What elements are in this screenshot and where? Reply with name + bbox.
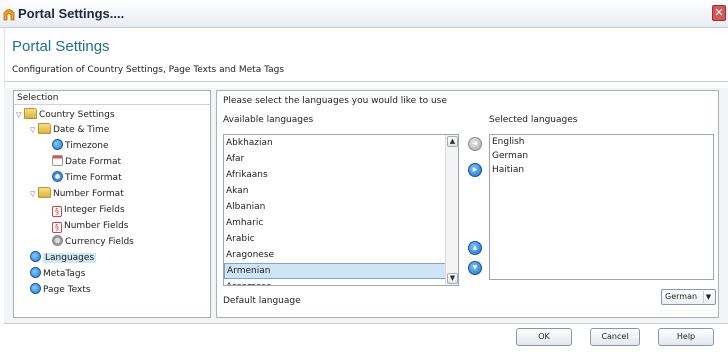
available-language-item[interactable]: Assamese xyxy=(224,279,458,285)
tree-item-metatags[interactable]: MetaTags xyxy=(30,267,85,282)
selection-panel: Selection ▽ Country Settings ▽ Date & Time… xyxy=(13,90,211,318)
folder-icon xyxy=(38,123,51,134)
page-subtitle: Configuration of Country Settings, Page … xyxy=(12,65,285,75)
selected-language-item[interactable]: English xyxy=(490,135,713,149)
header-divider xyxy=(5,81,728,82)
number-field-icon: § xyxy=(52,222,62,233)
selected-languages-label: Selected languages xyxy=(489,115,578,125)
page-header: Portal Settings Configuration of Country… xyxy=(4,28,728,90)
available-scrollbar[interactable]: ▲ ▼ xyxy=(445,135,458,285)
move-up-icon[interactable]: ▴ xyxy=(468,241,482,255)
tree-item-number-fields[interactable]: § Number Fields xyxy=(52,219,128,234)
available-language-item[interactable]: Akan xyxy=(224,183,458,199)
default-language-label: Default language xyxy=(223,296,301,306)
tree-label: Country Settings xyxy=(39,110,115,120)
instruction-text: Please select the languages you would li… xyxy=(223,96,447,106)
help-button[interactable]: Help xyxy=(658,328,714,346)
available-language-item[interactable]: Amharic xyxy=(224,215,458,231)
tree-item-country-settings[interactable]: ▽ Country Settings xyxy=(16,108,115,123)
languages-panel: Please select the languages you would li… xyxy=(216,90,719,318)
globe-icon xyxy=(30,267,41,278)
default-language-value: German xyxy=(665,292,698,301)
folder-icon xyxy=(24,108,37,119)
selected-language-item[interactable]: German xyxy=(490,149,713,163)
tree-label: MetaTags xyxy=(43,269,86,279)
selected-items: English German Haitian xyxy=(490,135,713,177)
tree-label: Page Texts xyxy=(43,285,91,295)
collapse-icon[interactable]: ▽ xyxy=(30,123,38,138)
tree-label: Integer Fields xyxy=(64,205,125,215)
tree-label: Timezone xyxy=(65,141,109,151)
folder-icon xyxy=(38,187,51,198)
tree-label: Languages xyxy=(43,253,97,263)
available-language-item[interactable]: Aragonese xyxy=(224,247,458,263)
globe-icon xyxy=(30,283,41,294)
tree-label: Number Format xyxy=(53,189,124,199)
tree-item-timezone[interactable]: Timezone xyxy=(52,139,109,154)
tree-item-date-time[interactable]: ▽ Date & Time xyxy=(30,123,109,138)
tree-label: Time Format xyxy=(65,173,122,183)
footer-divider xyxy=(4,323,728,324)
available-language-item[interactable]: Arabic xyxy=(224,231,458,247)
move-right-icon[interactable]: ▸ xyxy=(468,163,482,177)
close-button[interactable]: ✕ xyxy=(712,5,726,21)
language-icon xyxy=(30,251,41,262)
scroll-down-icon[interactable]: ▼ xyxy=(447,273,458,284)
tree-label: Date Format xyxy=(65,157,122,167)
selected-languages-list[interactable]: English German Haitian xyxy=(489,134,714,280)
page-title: Portal Settings xyxy=(12,38,110,55)
chevron-down-icon[interactable]: ▼ xyxy=(703,291,713,303)
tree-item-page-texts[interactable]: Page Texts xyxy=(30,283,91,298)
available-languages-list[interactable]: Abkhazian Afar Afrikaans Akan Albanian Amhari… xyxy=(223,134,459,286)
available-language-item[interactable]: Abkhazian xyxy=(224,135,458,151)
selection-header: Selection xyxy=(14,91,210,105)
move-left-icon[interactable]: ◂ xyxy=(468,137,482,151)
default-language-select[interactable]: German ▼ xyxy=(661,289,716,305)
ok-button[interactable]: OK xyxy=(516,328,572,346)
app-icon xyxy=(3,9,15,21)
available-languages-label: Available languages xyxy=(223,115,314,125)
scroll-up-icon[interactable]: ▲ xyxy=(447,136,458,147)
tree-item-number-format[interactable]: ▽ Number Format xyxy=(30,187,124,202)
available-language-item[interactable]: Afar xyxy=(224,151,458,167)
tree-item-time-format[interactable]: Time Format xyxy=(52,171,122,186)
available-items: Abkhazian Afar Afrikaans Akan Albanian Amhari… xyxy=(224,135,458,285)
currency-icon xyxy=(52,235,63,246)
tree-item-integer-fields[interactable]: § Integer Fields xyxy=(52,203,125,218)
collapse-icon[interactable]: ▽ xyxy=(30,187,38,202)
available-language-item[interactable]: Armenian xyxy=(224,263,458,279)
tree-label: Number Fields xyxy=(64,221,129,231)
window-title: Portal Settings.... xyxy=(18,6,125,21)
tree-label: Date & Time xyxy=(53,125,110,135)
cancel-button[interactable]: Cancel xyxy=(590,328,640,346)
available-language-item[interactable]: Albanian xyxy=(224,199,458,215)
tree-item-date-format[interactable]: Date Format xyxy=(52,155,121,170)
tree-item-currency-fields[interactable]: Currency Fields xyxy=(52,235,134,250)
collapse-icon[interactable]: ▽ xyxy=(16,108,24,123)
tree-label: Currency Fields xyxy=(65,237,134,247)
available-language-item[interactable]: Afrikaans xyxy=(224,167,458,183)
selected-language-item[interactable]: Haitian xyxy=(490,163,713,177)
clock-icon xyxy=(52,171,63,182)
move-down-icon[interactable]: ▾ xyxy=(468,261,482,275)
globe-icon xyxy=(52,139,63,150)
title-bar: Portal Settings.... ✕ xyxy=(0,0,728,28)
tree-item-languages[interactable]: Languages xyxy=(30,251,97,266)
calendar-icon xyxy=(52,155,63,166)
number-field-icon: § xyxy=(52,206,62,217)
